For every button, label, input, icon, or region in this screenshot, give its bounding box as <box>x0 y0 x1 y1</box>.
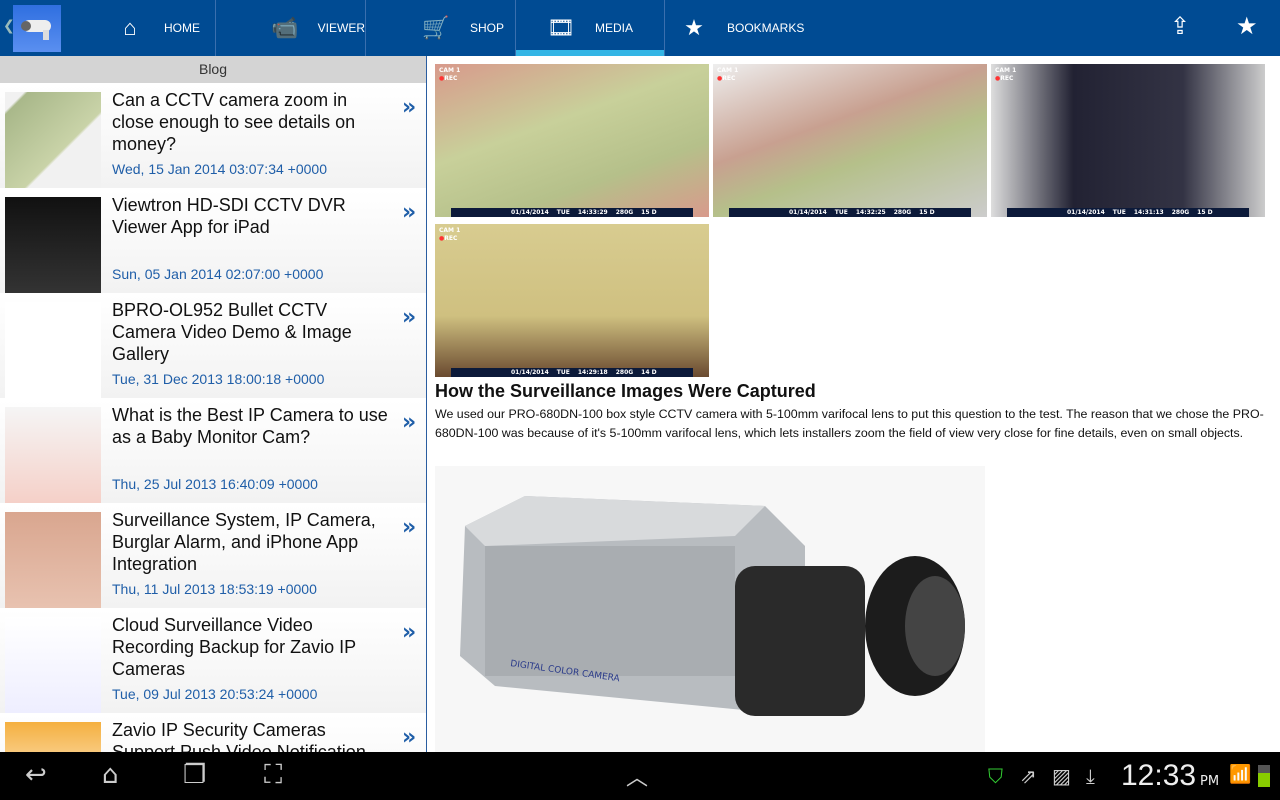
blog-list-item[interactable]: BPRO-OL952 Bullet CCTV Camera Video Demo… <box>0 293 426 398</box>
blog-title: Viewtron HD-SDI CCTV DVR Viewer App for … <box>112 195 346 237</box>
surveillance-snapshot[interactable]: CAM 1 ●REC 01/14/2014 TUE 14:29:18 280G 14 D <box>435 224 709 377</box>
blog-date: Wed, 15 Jan 2014 03:07:34 +0000 <box>112 161 327 177</box>
blog-title: BPRO-OL952 Bullet CCTV Camera Video Demo… <box>112 300 352 364</box>
article-body: We used our PRO-680DN-100 box style CCTV… <box>435 407 1264 440</box>
blog-list-item[interactable]: Cloud Surveillance Video Recording Backu… <box>0 608 426 713</box>
back-icon[interactable]: ↩ <box>25 760 47 790</box>
clock-ampm: PM <box>1200 774 1220 789</box>
blog-list-item[interactable]: Can a CCTV camera zoom in close enough t… <box>0 83 426 188</box>
blog-thumbnail <box>5 512 101 608</box>
home-nav-icon[interactable]: ⌂ <box>102 760 119 790</box>
blog-thumbnail <box>5 302 101 398</box>
surveillance-snapshot[interactable]: CAM 1 ●REC 01/14/2014 TUE 14:32:25 280G 15 D <box>713 64 987 217</box>
camera-label: CAM 1 <box>439 67 461 74</box>
blog-header: Blog <box>0 56 426 83</box>
camera-label: CAM 1 <box>995 67 1017 74</box>
bookmark-star-icon[interactable]: ★ <box>1236 12 1258 40</box>
cctv-icon: 📹 <box>271 15 299 40</box>
rec-label: REC <box>444 75 458 82</box>
blog-thumbnail <box>5 197 101 293</box>
article-content: CAM 1 ●REC 01/14/2014 TUE 14:33:29 280G 15 D … <box>428 56 1280 752</box>
blog-thumbnail <box>5 617 101 713</box>
recent-apps-icon[interactable]: ❐ <box>183 760 206 790</box>
film-icon: 🎞 <box>547 15 575 40</box>
blog-thumbnail <box>5 407 101 503</box>
dvr-status-bar: 01/14/2014 TUE 14:31:13 280G 15 D <box>1007 208 1249 217</box>
app-logo[interactable] <box>13 5 61 52</box>
home-icon: ⌂ <box>123 15 137 40</box>
sync-icon: ⇗ <box>1020 764 1037 788</box>
dvr-status-bar: 01/14/2014 TUE 14:29:18 280G 14 D <box>451 368 693 377</box>
blog-title: Can a CCTV camera zoom in close enough t… <box>112 90 356 154</box>
surveillance-snapshot[interactable]: CAM 1 ●REC 01/14/2014 TUE 14:31:13 280G 15 D <box>991 64 1265 217</box>
download-icon: ⤓ <box>1086 764 1095 788</box>
blog-title: What is the Best IP Camera to use as a B… <box>112 405 388 447</box>
tab-bookmarks[interactable]: ★ BOOKMARKS <box>664 0 814 56</box>
screenshot-icon[interactable]: ⛶ <box>264 760 282 791</box>
security-shield-icon: ⛉ <box>988 764 1003 788</box>
share-icon[interactable]: ⇪ <box>1170 12 1190 40</box>
chevron-right-icon[interactable]: » <box>402 725 416 750</box>
rec-label: REC <box>722 75 736 82</box>
chevron-right-icon[interactable]: » <box>402 305 416 330</box>
blog-date: Thu, 25 Jul 2013 16:40:09 +0000 <box>112 476 318 492</box>
blog-thumbnail <box>5 722 101 752</box>
battery-icon <box>1258 765 1270 787</box>
tab-media[interactable]: 🎞 MEDIA <box>515 0 664 56</box>
tab-viewer[interactable]: 📹 VIEWER <box>215 0 365 56</box>
star-icon: ★ <box>684 15 704 40</box>
blog-date: Sun, 05 Jan 2014 02:07:00 +0000 <box>112 266 324 282</box>
blog-list-item[interactable]: Zavio IP Security Cameras Support Push V… <box>0 713 426 752</box>
blog-title: Zavio IP Security Cameras Support Push V… <box>112 720 366 752</box>
blog-date: Tue, 09 Jul 2013 20:53:24 +0000 <box>112 686 318 702</box>
dvr-status-bar: 01/14/2014 TUE 14:32:25 280G 15 D <box>729 208 971 217</box>
dvr-status-bar: 01/14/2014 TUE 14:33:29 280G 15 D <box>451 208 693 217</box>
chevron-right-icon[interactable]: » <box>402 515 416 540</box>
camera-label: CAM 1 <box>717 67 739 74</box>
surveillance-snapshot[interactable]: CAM 1 ●REC 01/14/2014 TUE 14:33:29 280G 15 D <box>435 64 709 217</box>
clock: 12:33 <box>1121 759 1197 792</box>
cart-icon: 🛒 <box>422 15 450 40</box>
article-heading: How the Surveillance Images Were Capture… <box>435 381 816 401</box>
wifi-icon: 📶 <box>1229 764 1252 785</box>
camera-label: CAM 1 <box>439 227 461 234</box>
chevron-right-icon[interactable]: » <box>402 410 416 435</box>
system-navigation-bar: ↩ ⌂ ❐ ⛶ ︿ ⛉ ⇗ ▨ ⤓ 12:33 PM 📶 <box>0 752 1280 800</box>
blog-list-item[interactable]: Viewtron HD-SDI CCTV DVR Viewer App for … <box>0 188 426 293</box>
blog-title: Surveillance System, IP Camera, Burglar … <box>112 510 376 574</box>
chevron-right-icon[interactable]: » <box>402 620 416 645</box>
blog-date: Thu, 11 Jul 2013 18:53:19 +0000 <box>112 581 317 597</box>
chevron-right-icon[interactable]: » <box>402 95 416 120</box>
top-action-bar: ❮ ⌂ HOME 📹 VIEWER 🛒 SHOP 🎞 MEDIA ★ BOOKMARKS … <box>0 0 1280 56</box>
rec-label: REC <box>1000 75 1014 82</box>
tab-shop[interactable]: 🛒 SHOP <box>365 0 515 56</box>
blog-list-item[interactable]: Surveillance System, IP Camera, Burglar … <box>0 503 426 608</box>
blog-list-item[interactable]: What is the Best IP Camera to use as a B… <box>0 398 426 503</box>
blog-sidebar: Blog Can a CCTV camera zoom in close eno… <box>0 56 427 752</box>
blog-date: Tue, 31 Dec 2013 18:00:18 +0000 <box>112 371 325 387</box>
blog-title: Cloud Surveillance Video Recording Backu… <box>112 615 356 679</box>
chevron-up-icon[interactable]: ︿ <box>626 760 648 792</box>
product-image: DIGITAL COLOR CAMERA <box>435 466 985 752</box>
gallery-icon: ▨ <box>1052 764 1071 788</box>
blog-thumbnail <box>5 92 101 188</box>
chevron-right-icon[interactable]: » <box>402 200 416 225</box>
tab-home[interactable]: ⌂ HOME <box>60 0 210 56</box>
rec-label: REC <box>444 235 458 242</box>
